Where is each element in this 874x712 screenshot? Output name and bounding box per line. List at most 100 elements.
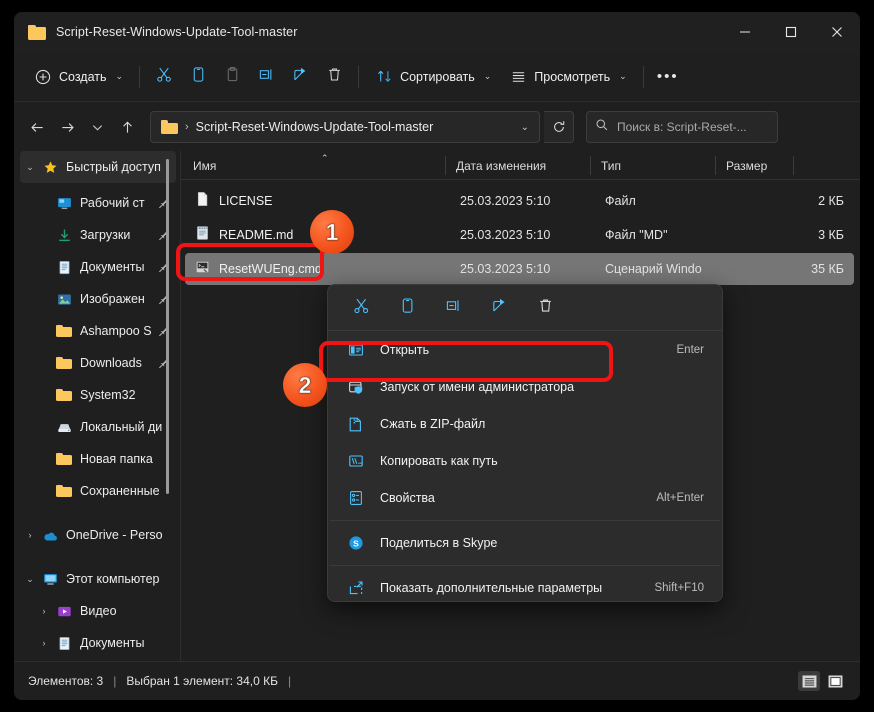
properties-icon [346, 489, 366, 507]
sidebar-item-label: Сохраненные [80, 484, 160, 498]
sidebar-item-label: Локальный ди [80, 420, 163, 434]
copy-icon [190, 66, 207, 88]
sidebar-item-2[interactable]: Загрузки [20, 219, 176, 251]
file-size-cell: 3 КБ [818, 228, 844, 242]
sidebar-item-1[interactable]: Рабочий ст [20, 187, 176, 219]
sidebar-item-label: Видео [80, 604, 117, 618]
sidebar-item-3[interactable]: Документы [20, 251, 176, 283]
delete-button[interactable] [528, 293, 562, 323]
context-menu-item[interactable]: S Поделиться в Skype [332, 525, 718, 561]
context-menu-item-accelerator: Enter [676, 344, 705, 356]
step-badge-1: 1 [310, 210, 354, 254]
file-type-cell: Сценарий Windo [605, 262, 702, 276]
back-button[interactable] [22, 112, 52, 142]
rename-icon [258, 66, 275, 88]
more-options-icon [346, 579, 366, 597]
column-header-name[interactable]: Имя [193, 151, 216, 180]
paste-button[interactable] [215, 61, 249, 93]
context-menu-item[interactable]: Свойства Alt+Enter [332, 480, 718, 516]
address-bar[interactable]: › Script-Reset-Windows-Update-Tool-maste… [150, 111, 540, 143]
sort-arrows-icon [375, 68, 393, 86]
this-pc-icon [40, 570, 60, 588]
share-button[interactable] [283, 61, 317, 93]
more-button[interactable]: ••• [651, 61, 685, 93]
context-menu-item-label: Поделиться в Skype [380, 536, 498, 550]
sidebar-item-14[interactable]: › Документы [20, 627, 176, 659]
folder-icon [54, 482, 74, 500]
context-menu-item[interactable]: Показать дополнительные параметры Shift+F… [332, 570, 718, 601]
details-view-icon[interactable] [798, 671, 820, 691]
md-file-icon [195, 225, 210, 246]
sidebar-item-0[interactable]: ⌄ Быстрый доступ [20, 151, 176, 183]
cut-icon [353, 297, 370, 319]
toolbar-divider-2 [358, 65, 360, 88]
refresh-button[interactable] [544, 111, 574, 143]
toolbar-divider [139, 65, 141, 88]
delete-button[interactable] [317, 61, 351, 93]
document-icon [54, 258, 74, 276]
sidebar-item-11[interactable]: › OneDrive - Perso [20, 519, 176, 551]
recent-locations-button[interactable] [82, 112, 112, 142]
sidebar-item-9[interactable]: Новая папка [20, 443, 176, 475]
close-button[interactable] [814, 12, 860, 52]
sidebar-item-8[interactable]: Локальный ди [20, 411, 176, 443]
rename-icon [445, 297, 462, 319]
cut-button[interactable] [344, 293, 378, 323]
table-row[interactable]: LICENSE 25.03.2023 5:10 Файл 2 КБ [185, 185, 854, 217]
context-menu-item[interactable]: Открыть Enter [332, 332, 718, 368]
context-menu-item[interactable]: Запуск от имени администратора [332, 369, 718, 405]
large-icons-view-icon[interactable] [824, 671, 846, 691]
maximize-button[interactable] [768, 12, 814, 52]
chevron-down-icon[interactable]: ⌄ [521, 122, 533, 133]
search-input[interactable]: Поиск в: Script-Reset-... [586, 111, 778, 143]
context-menu-item[interactable]: Копировать как путь [332, 443, 718, 479]
view-button[interactable]: Просмотреть ⌄ [501, 61, 634, 93]
copy-button[interactable] [390, 293, 424, 323]
delete-icon [537, 297, 554, 319]
skype-icon: S [346, 534, 366, 552]
folder-icon [54, 386, 74, 404]
cut-button[interactable] [147, 61, 181, 93]
sidebar-item-5[interactable]: Ashampoo S [20, 315, 176, 347]
table-row[interactable]: ResetWUEng.cmd 25.03.2023 5:10 Сценарий Wi… [185, 253, 854, 285]
chevron-right-icon[interactable]: › [34, 606, 54, 616]
sidebar-item-13[interactable]: › Видео [20, 595, 176, 627]
file-type-cell: Файл [605, 194, 636, 208]
sort-button[interactable]: Сортировать ⌄ [367, 61, 499, 93]
sidebar-group-spacer [14, 551, 180, 563]
sidebar-item-12[interactable]: ⌄ Этот компьютер [20, 563, 176, 595]
context-menu-item[interactable]: Сжать в ZIP-файл [332, 406, 718, 442]
context-menu[interactable]: Открыть Enter Запуск от имени администрато… [327, 284, 723, 602]
sidebar-item-10[interactable]: Сохраненные [20, 475, 176, 507]
window-controls [722, 12, 860, 52]
share-button[interactable] [482, 293, 516, 323]
forward-button[interactable] [52, 112, 82, 142]
sidebar-scrollbar[interactable] [166, 159, 169, 494]
file-date-cell: 25.03.2023 5:10 [460, 194, 551, 208]
file-size-cell: 35 КБ [811, 262, 844, 276]
sidebar-item-7[interactable]: System32 [20, 379, 176, 411]
chevron-down-icon[interactable]: ⌄ [20, 162, 40, 173]
rename-button[interactable] [436, 293, 470, 323]
navigation-pane[interactable]: ⌄ Быстрый доступ Рабочий ст Загрузки Докумен… [14, 151, 180, 661]
sidebar-item-6[interactable]: Downloads [20, 347, 176, 379]
file-name-cell: README.md [195, 225, 293, 246]
new-button[interactable]: Создать ⌄ [26, 61, 131, 93]
column-header-type[interactable]: Тип [601, 151, 621, 180]
context-menu-divider [330, 520, 720, 521]
minimize-button[interactable] [722, 12, 768, 52]
copy-button[interactable] [181, 61, 215, 93]
step-badge-2: 2 [283, 363, 327, 407]
column-header-date[interactable]: Дата изменения [456, 151, 546, 180]
sidebar-item-4[interactable]: Изображен [20, 283, 176, 315]
up-button[interactable] [112, 112, 142, 142]
column-header-size[interactable]: Размер [726, 151, 767, 180]
star-icon [40, 158, 60, 176]
chevron-down-icon[interactable]: ⌄ [20, 574, 40, 585]
table-row[interactable]: README.md 25.03.2023 5:10 Файл "MD" 3 КБ [185, 219, 854, 251]
chevron-right-icon[interactable]: › [34, 638, 54, 648]
chevron-right-icon[interactable]: › [20, 530, 40, 540]
share-icon [292, 66, 309, 88]
file-date-cell: 25.03.2023 5:10 [460, 228, 551, 242]
rename-button[interactable] [249, 61, 283, 93]
